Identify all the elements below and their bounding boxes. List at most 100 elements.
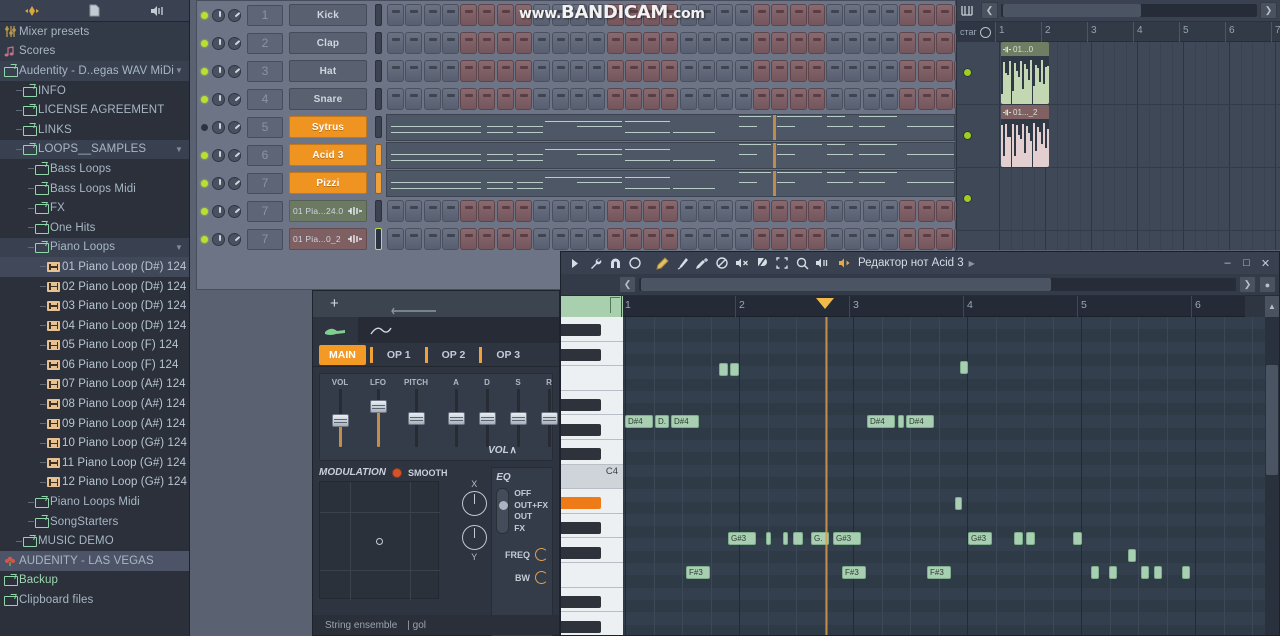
step-button[interactable] — [899, 60, 917, 82]
pencil-icon[interactable] — [652, 252, 672, 274]
step-button[interactable] — [387, 4, 404, 26]
step-button[interactable] — [460, 228, 478, 250]
mod-x-knob[interactable] — [461, 491, 487, 516]
step-button[interactable] — [881, 88, 899, 110]
browser-item-9[interactable]: FX — [0, 198, 189, 218]
channel-mute-led[interactable] — [201, 123, 208, 131]
step-button[interactable] — [789, 88, 807, 110]
piano-roll-note[interactable] — [1014, 532, 1023, 545]
step-button[interactable] — [624, 200, 642, 222]
step-button[interactable] — [807, 60, 825, 82]
eq-bw-knob[interactable] — [535, 571, 548, 584]
step-button[interactable] — [533, 88, 551, 110]
step-button[interactable] — [478, 4, 496, 26]
step-button[interactable] — [716, 32, 734, 54]
slider-track[interactable] — [478, 389, 496, 447]
playlist-snap-icon[interactable] — [979, 26, 991, 38]
piano-roll-note[interactable]: G#3 — [728, 532, 756, 545]
step-button[interactable] — [881, 4, 899, 26]
chevron-down-icon[interactable]: ▼ — [175, 243, 183, 252]
eq-option-fx[interactable]: FX — [514, 523, 548, 535]
magnet-icon[interactable] — [605, 252, 625, 274]
channel-volume-knob[interactable] — [212, 8, 225, 22]
zoom-icon[interactable] — [792, 252, 812, 274]
step-button[interactable] — [899, 4, 917, 26]
playlist-scroll-right-button[interactable]: ❯ — [1260, 2, 1277, 19]
channel-row[interactable]: 7 01 Pia...0_2 — [197, 225, 972, 253]
close-icon[interactable]: ✕ — [1256, 252, 1275, 274]
drag-handle[interactable] — [391, 302, 453, 315]
step-button[interactable] — [844, 60, 862, 82]
step-button[interactable] — [423, 200, 441, 222]
piano-roll-note[interactable] — [1128, 549, 1136, 562]
step-button[interactable] — [569, 200, 587, 222]
select-icon[interactable] — [772, 252, 792, 274]
piano-black-key[interactable] — [561, 324, 601, 336]
minimize-icon[interactable]: – — [1218, 252, 1237, 274]
piano-black-key[interactable] — [561, 522, 601, 534]
step-sequencer-row[interactable] — [387, 88, 972, 110]
piano-black-key[interactable] — [561, 621, 601, 633]
browser-tree[interactable]: Mixer presets Scores Audentity - D..egas W… — [0, 22, 189, 636]
sytrus-slider-d[interactable]: D — [475, 378, 499, 447]
channel-level-bar[interactable] — [375, 32, 382, 54]
channel-mute-led[interactable] — [201, 95, 208, 103]
step-button[interactable] — [752, 88, 770, 110]
step-button[interactable] — [551, 200, 569, 222]
step-button[interactable] — [551, 88, 569, 110]
step-button[interactable] — [606, 228, 624, 250]
piano-black-key[interactable] — [561, 349, 601, 361]
chevron-down-icon[interactable]: ▼ — [175, 66, 183, 75]
piano-roll-ruler[interactable]: 1 2 3 4 5 6 — [621, 296, 1245, 317]
step-button[interactable] — [478, 88, 496, 110]
piano-roll-note[interactable]: D#4 — [906, 415, 934, 428]
piano-roll-note[interactable] — [766, 532, 771, 545]
browser-item-17[interactable]: 06 Piano Loop (F) 124 — [0, 355, 189, 375]
browser-item-20[interactable]: 09 Piano Loop (A#) 124 — [0, 414, 189, 434]
channel-pan-knob[interactable] — [228, 148, 241, 162]
step-button[interactable] — [789, 4, 807, 26]
step-button[interactable] — [771, 60, 789, 82]
step-button[interactable] — [698, 228, 716, 250]
slider-track[interactable] — [369, 389, 387, 447]
step-button[interactable] — [899, 88, 917, 110]
browser-item-26[interactable]: MUSIC DEMO — [0, 531, 189, 551]
step-button[interactable] — [441, 60, 459, 82]
channel-mute-led[interactable] — [201, 151, 208, 159]
piano-roll-note[interactable] — [955, 497, 962, 510]
presets-icon[interactable] — [0, 0, 63, 22]
piano-roll-note[interactable]: D. — [655, 415, 669, 428]
step-button[interactable] — [387, 200, 404, 222]
playlist-scroll-left-button[interactable]: ❮ — [981, 2, 998, 19]
step-button[interactable] — [569, 88, 587, 110]
step-button[interactable] — [423, 228, 441, 250]
step-button[interactable] — [752, 4, 770, 26]
step-button[interactable] — [515, 88, 533, 110]
step-button[interactable] — [881, 32, 899, 54]
piano-roll-toolbar[interactable]: Редактор нот Acid 3 ▶ – □ ✕ — [561, 252, 1279, 274]
step-button[interactable] — [716, 228, 734, 250]
slice-icon[interactable] — [752, 252, 772, 274]
channel-name-button[interactable]: Kick — [289, 4, 367, 26]
channel-pan-knob[interactable] — [228, 176, 241, 190]
browser-item-22[interactable]: 11 Piano Loop (G#) 124 — [0, 453, 189, 473]
piano-roll-note[interactable]: F#3 — [686, 566, 710, 579]
step-button[interactable] — [807, 32, 825, 54]
playlist-track[interactable] — [957, 168, 1280, 231]
browser-item-4[interactable]: LICENSE AGREEMENT — [0, 100, 189, 120]
sytrus-tab-op1[interactable]: OP 1 — [377, 345, 421, 365]
channel-pan-knob[interactable] — [228, 204, 241, 218]
step-button[interactable] — [569, 32, 587, 54]
step-button[interactable] — [533, 200, 551, 222]
step-button[interactable] — [496, 88, 514, 110]
channel-volume-knob[interactable] — [212, 176, 225, 190]
browser-item-18[interactable]: 07 Piano Loop (A#) 124 — [0, 375, 189, 395]
playlist-track[interactable]: 01...0 — [957, 42, 1280, 105]
channel-pan-knob[interactable] — [228, 232, 241, 246]
step-button[interactable] — [551, 228, 569, 250]
add-icon[interactable]: + — [330, 295, 339, 312]
piano-roll-note[interactable]: D#4 — [867, 415, 895, 428]
sytrus-slider-s[interactable]: S — [506, 378, 530, 447]
channel-volume-knob[interactable] — [212, 92, 225, 106]
sytrus-slider-lfo[interactable]: LFO — [364, 378, 392, 456]
